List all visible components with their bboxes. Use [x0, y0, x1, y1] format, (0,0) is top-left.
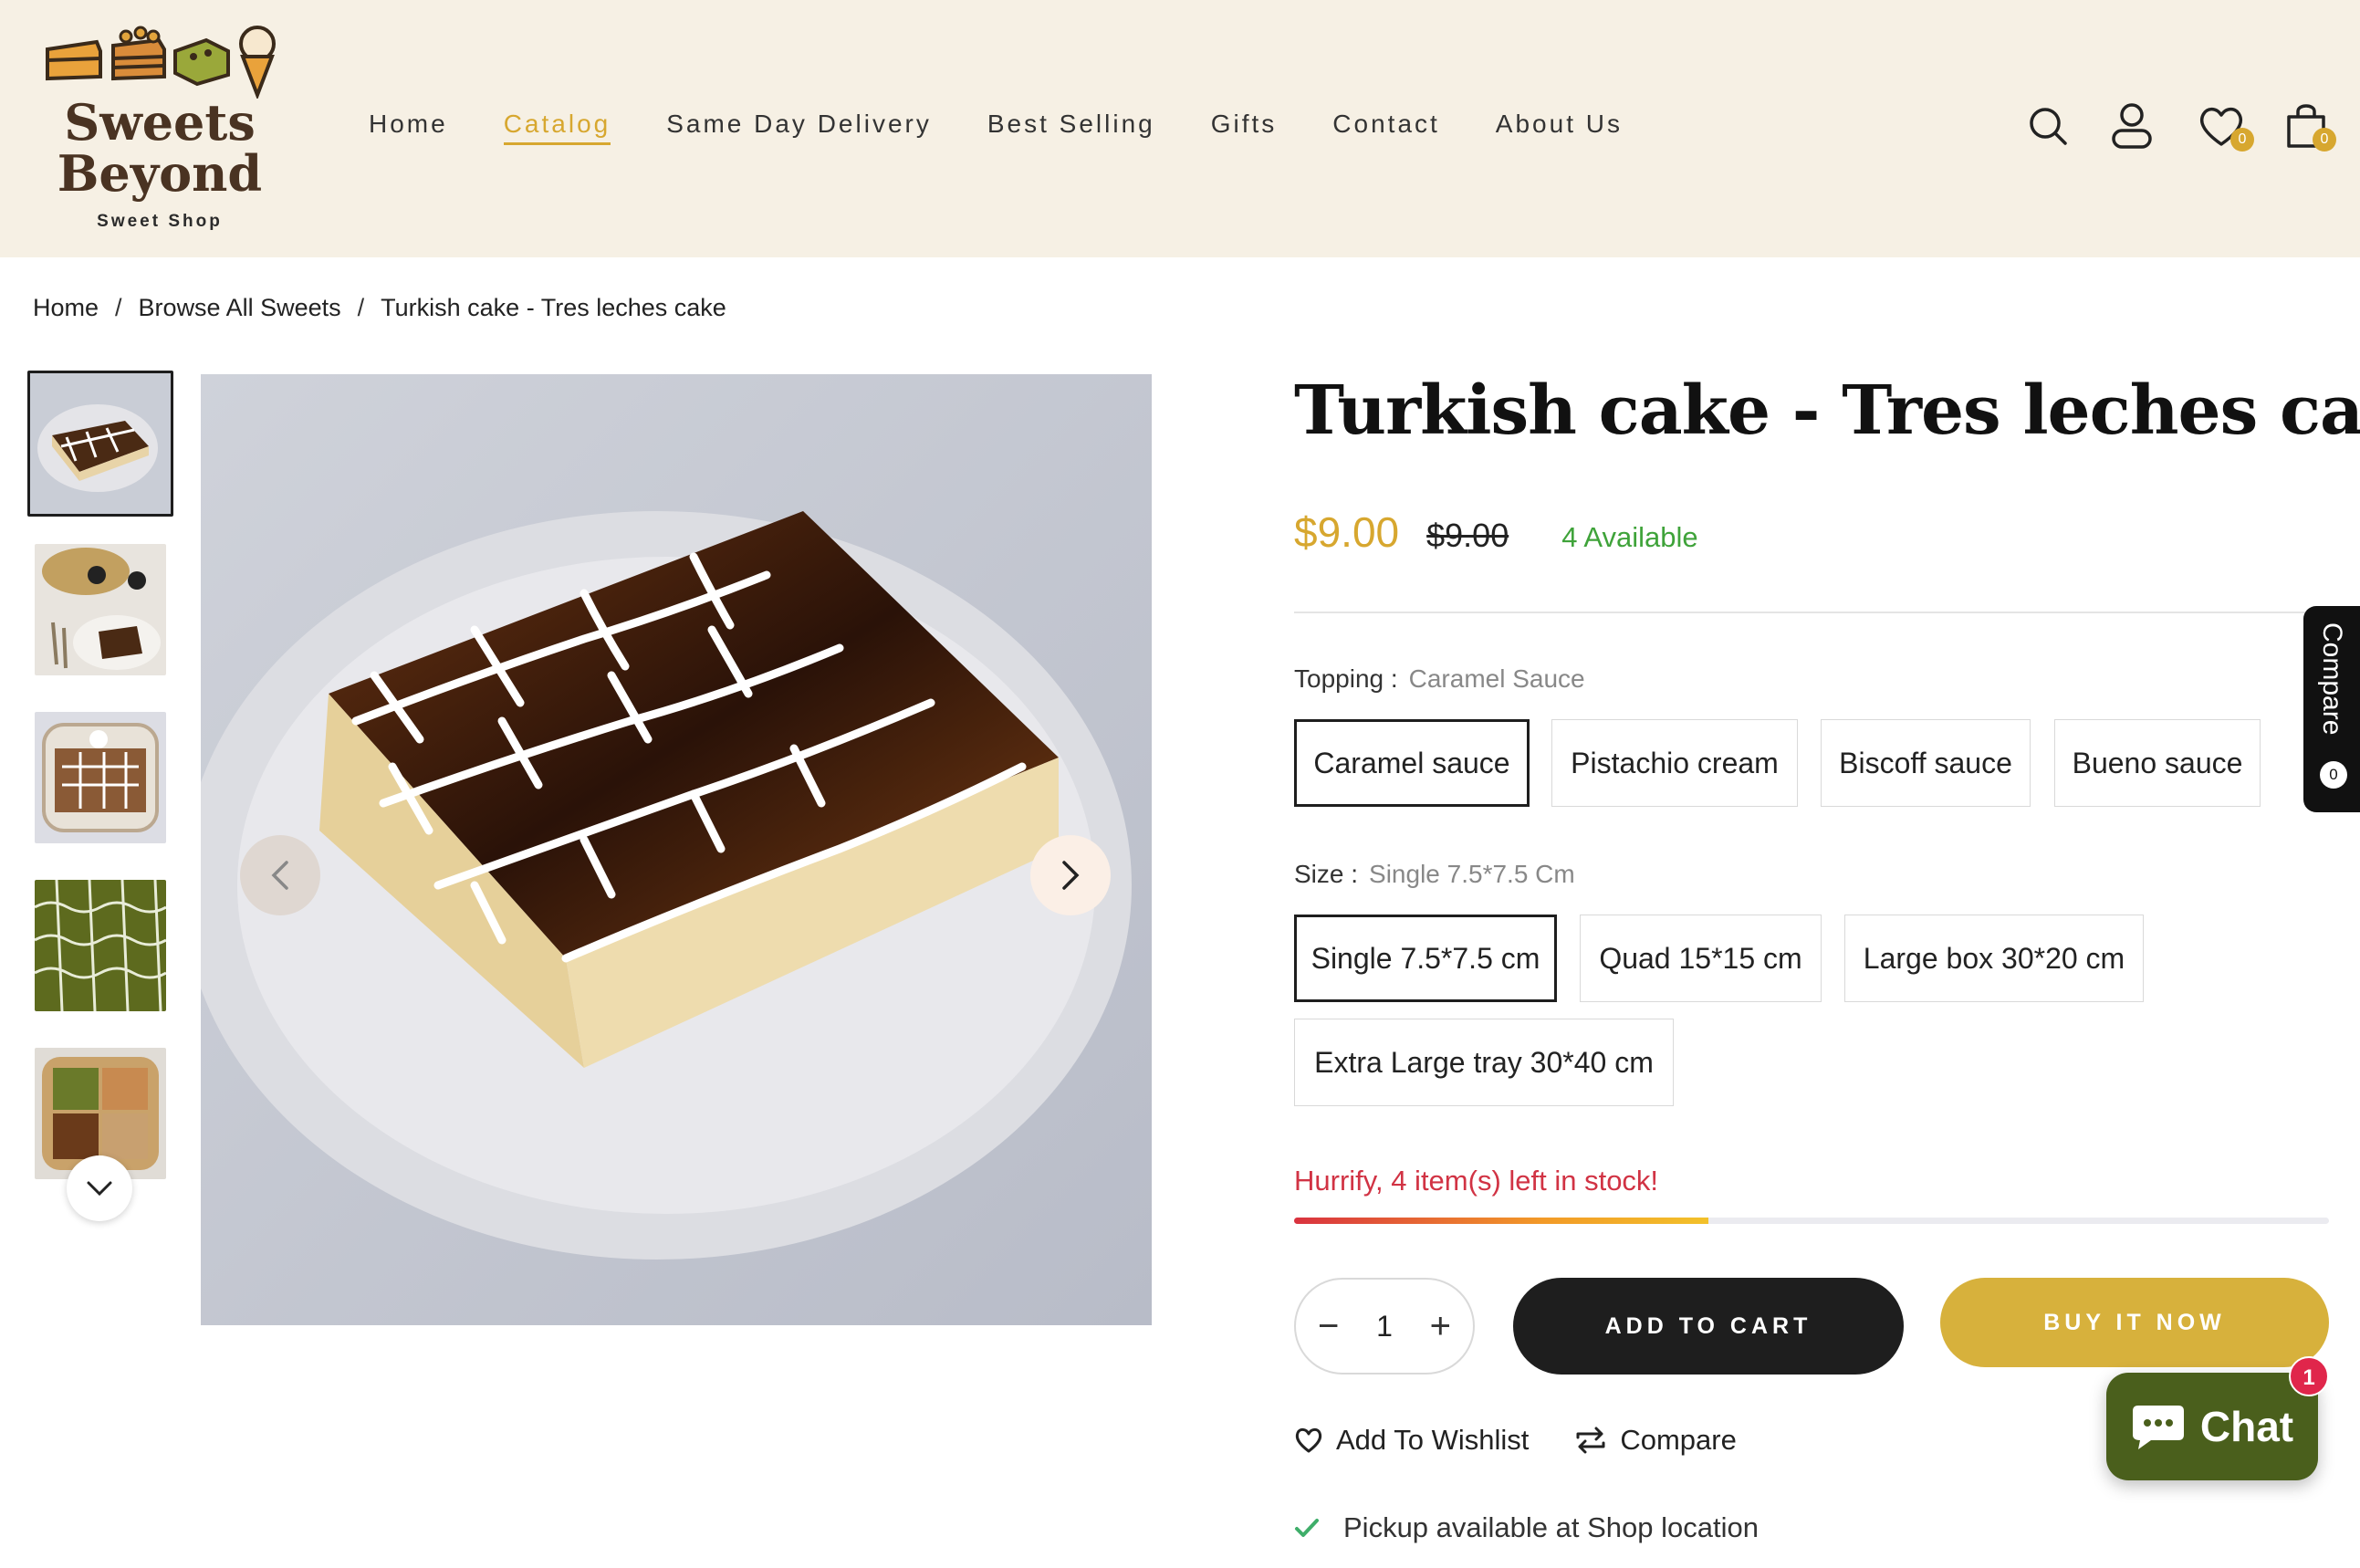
- chat-bubble-icon: [2132, 1406, 2184, 1449]
- breadcrumb: Home / Browse All Sweets / Turkish cake - Tr…: [33, 294, 743, 322]
- nav-catalog[interactable]: Catalog: [503, 110, 611, 145]
- chat-label: Chat: [2199, 1403, 2294, 1450]
- pickup-availability: Pickup available at Shop location: [1294, 1511, 1759, 1544]
- wishlist-label: Add To Wishlist: [1336, 1424, 1530, 1456]
- quantity-value[interactable]: 1: [1376, 1310, 1393, 1343]
- image-prev-button[interactable]: [240, 835, 320, 915]
- size-option-extra-large-tray[interactable]: Extra Large tray 30*40 cm: [1294, 1019, 1674, 1106]
- check-icon: [1295, 1519, 1319, 1537]
- size-label: Size : Single 7.5*7.5 Cm: [1294, 860, 1575, 888]
- topping-selected-value: Caramel Sauce: [1408, 664, 1585, 693]
- thumbnail-scroll-down-button[interactable]: [67, 1155, 132, 1221]
- breadcrumb-separator: /: [115, 294, 122, 321]
- nav-home[interactable]: Home: [369, 110, 448, 145]
- compare-tab-count: 0: [2320, 761, 2347, 789]
- tres-leches-cake-photo: [201, 374, 1152, 1325]
- nav-about-us[interactable]: About Us: [1496, 110, 1623, 145]
- wishlist-icon[interactable]: 0: [2198, 104, 2254, 152]
- product-title: Turkish cake - Tres leches cake: [1294, 371, 2360, 450]
- quantity-stepper: − 1 +: [1294, 1278, 1475, 1375]
- size-option-single[interactable]: Single 7.5*7.5 cm: [1294, 915, 1557, 1002]
- breadcrumb-browse-all[interactable]: Browse All Sweets: [139, 294, 341, 321]
- thumbnail-3[interactable]: [35, 712, 166, 843]
- price-row: $9.00 $9.00 4 Available: [1294, 507, 1698, 557]
- topping-option-pistachio-cream[interactable]: Pistachio cream: [1551, 719, 1798, 807]
- add-to-wishlist-link[interactable]: Add To Wishlist: [1294, 1424, 1529, 1457]
- size-option-large-box[interactable]: Large box 30*20 cm: [1844, 915, 2144, 1002]
- product-actions: Add To Wishlist Compare: [1294, 1424, 1782, 1457]
- thumbnail-1[interactable]: [27, 371, 173, 517]
- compare-arrows-icon: [1576, 1427, 1605, 1454]
- chat-unread-badge: 1: [2289, 1356, 2329, 1396]
- image-next-button[interactable]: [1030, 835, 1111, 915]
- nav-contact[interactable]: Contact: [1332, 110, 1440, 145]
- chevron-down-icon: [87, 1181, 112, 1197]
- thumbnail-4[interactable]: [35, 880, 166, 1011]
- chevron-right-icon: [1062, 861, 1080, 890]
- nav-best-selling[interactable]: Best Selling: [987, 110, 1155, 145]
- size-selected-value: Single 7.5*7.5 Cm: [1369, 860, 1575, 888]
- compare-tab-label: Compare: [2317, 622, 2347, 736]
- chat-widget-button[interactable]: Chat: [2106, 1373, 2318, 1480]
- chevron-left-icon: [271, 861, 288, 890]
- stock-level-bar: [1294, 1218, 2329, 1224]
- topping-label: Topping : Caramel Sauce: [1294, 664, 1585, 693]
- divider: [1294, 612, 2329, 613]
- quantity-increase-button[interactable]: +: [1430, 1308, 1451, 1344]
- cart-count-badge: 0: [2313, 128, 2336, 152]
- account-icon[interactable]: [2110, 102, 2157, 150]
- wishlist-count-badge: 0: [2230, 128, 2254, 152]
- stock-level-fill: [1294, 1218, 1708, 1224]
- product-info: Turkish cake - Tres leches cake $9.00 $9…: [1294, 365, 2360, 1543]
- compare-at-price: $9.00: [1426, 517, 1509, 554]
- brand-logo[interactable]: Sweets Beyond Sweet Shop: [37, 24, 283, 238]
- add-to-cart-button[interactable]: ADD TO CART: [1513, 1278, 1904, 1375]
- product-price: $9.00: [1294, 508, 1400, 556]
- pastry-icons: [46, 26, 276, 99]
- search-icon[interactable]: [2026, 104, 2073, 152]
- thumbnail-strip: [27, 371, 175, 1228]
- breadcrumb-current: Turkish cake - Tres leches cake: [381, 294, 726, 321]
- pickup-text: Pickup available at Shop location: [1343, 1511, 1759, 1543]
- topping-option-caramel-sauce[interactable]: Caramel sauce: [1294, 719, 1530, 807]
- topping-option-bueno-sauce[interactable]: Bueno sauce: [2054, 719, 2261, 807]
- compare-link[interactable]: Compare: [1574, 1424, 1737, 1457]
- heart-icon: [1295, 1427, 1322, 1453]
- stock-warning: Hurrify, 4 item(s) left in stock!: [1294, 1165, 1659, 1197]
- compare-label: Compare: [1620, 1424, 1737, 1456]
- cart-icon[interactable]: 0: [2285, 100, 2336, 152]
- brand-tagline: Sweet Shop: [97, 212, 223, 231]
- breadcrumb-home[interactable]: Home: [33, 294, 99, 321]
- quantity-decrease-button[interactable]: −: [1318, 1308, 1339, 1344]
- breadcrumb-separator: /: [357, 294, 365, 321]
- size-option-quad[interactable]: Quad 15*15 cm: [1580, 915, 1822, 1002]
- availability-text: 4 Available: [1561, 521, 1698, 553]
- topping-option-biscoff-sauce[interactable]: Biscoff sauce: [1821, 719, 2031, 807]
- nav-gifts[interactable]: Gifts: [1211, 110, 1278, 145]
- compare-drawer-tab[interactable]: Compare 0: [2303, 606, 2360, 812]
- main-nav: Home Catalog Same Day Delivery Best Sell…: [369, 110, 1678, 145]
- site-header: Sweets Beyond Sweet Shop Home Catalog Sa…: [0, 0, 2360, 257]
- thumbnail-2[interactable]: [35, 544, 166, 675]
- main-product-image[interactable]: [201, 374, 1152, 1325]
- buy-it-now-button[interactable]: BUY IT NOW: [1940, 1278, 2329, 1367]
- nav-same-day-delivery[interactable]: Same Day Delivery: [666, 110, 932, 145]
- brand-name: Sweets Beyond: [57, 93, 263, 203]
